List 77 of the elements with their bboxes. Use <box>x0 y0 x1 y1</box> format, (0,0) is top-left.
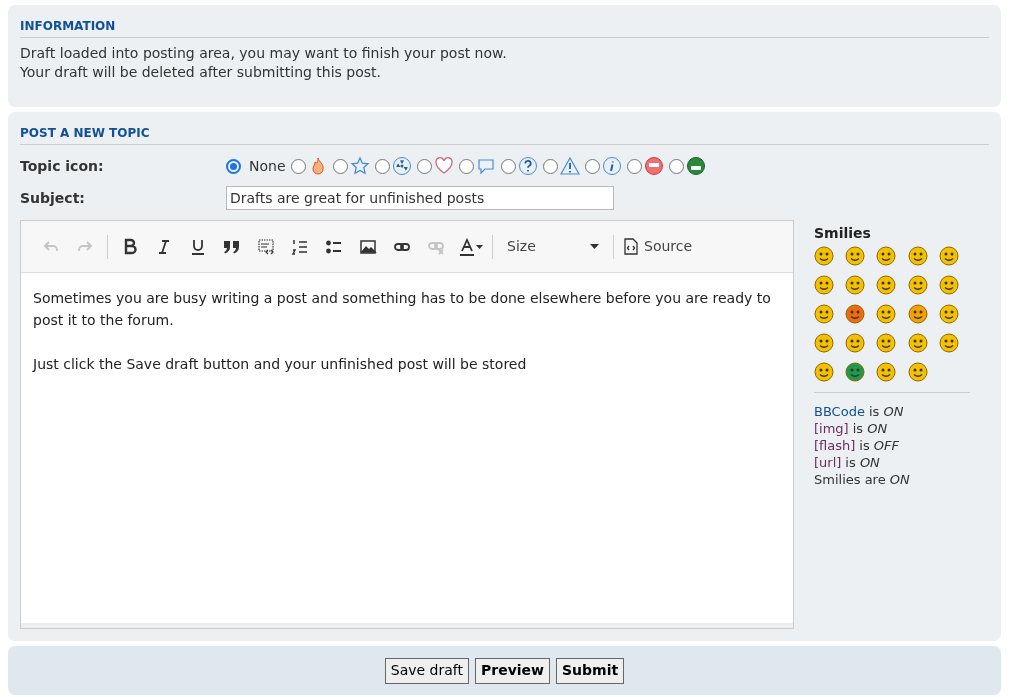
document-code-icon <box>624 238 638 255</box>
info-message: Your draft will be deleted after submitting this post. <box>20 63 383 82</box>
editor-paragraph: Sometimes you are busy writing a post and something has to be done elsewhere before you are ready to post it to the forum. <box>33 289 772 330</box>
caret-icon <box>590 244 599 249</box>
status-text: is OFF <box>859 437 900 454</box>
smiley-icon[interactable] <box>938 304 959 324</box>
smiley-icon[interactable] <box>814 362 834 382</box>
smiley-icon[interactable] <box>845 333 866 353</box>
question-icon <box>517 156 538 176</box>
smiley-icon[interactable] <box>845 304 866 324</box>
size-dropdown[interactable]: Size <box>499 232 607 261</box>
section-heading: INFORMATION <box>20 17 989 38</box>
smiley-icon[interactable] <box>907 246 928 266</box>
radio-button[interactable] <box>626 158 642 174</box>
smiley-icon[interactable] <box>814 304 834 324</box>
speech-bubble-icon <box>475 156 496 176</box>
radio-button[interactable] <box>500 158 516 174</box>
smiley-icon[interactable] <box>907 333 928 353</box>
smiley-icon[interactable] <box>814 275 834 295</box>
smiley-icon[interactable] <box>814 333 834 353</box>
smiley-icon[interactable] <box>876 333 897 353</box>
radio-button[interactable] <box>584 158 600 174</box>
form-button[interactable]: Submit <box>556 657 625 684</box>
smiley-icon[interactable] <box>845 246 866 266</box>
field-label: Subject: <box>20 188 86 208</box>
radio-button[interactable] <box>226 158 241 174</box>
heart-icon <box>433 156 454 176</box>
form-button[interactable]: Save draft <box>384 657 469 684</box>
bbcode-link[interactable]: [img] <box>814 420 849 437</box>
underline-icon <box>189 237 207 256</box>
radio-button[interactable] <box>290 158 306 174</box>
quote-icon <box>223 239 241 254</box>
radio-button[interactable] <box>374 158 390 174</box>
smiley-icon[interactable] <box>876 304 897 324</box>
star-icon <box>349 156 370 176</box>
smiley-icon[interactable] <box>845 275 866 295</box>
radio-label: None <box>249 156 286 176</box>
smiley-icon[interactable] <box>907 304 928 324</box>
bbcode-link[interactable]: [flash] <box>814 437 856 454</box>
subject-input[interactable]: Drafts are great for unfinished posts <box>226 186 614 210</box>
smiley-icon[interactable] <box>876 362 897 382</box>
smiley-icon[interactable] <box>876 275 897 295</box>
radio-button[interactable] <box>416 158 432 174</box>
radio-button[interactable] <box>458 158 474 174</box>
radio-button[interactable] <box>668 158 684 174</box>
status-text: is ON <box>852 420 888 437</box>
editor-paragraph: Just click the Save draft button and your unfinished post will be stored <box>33 355 528 374</box>
smiley-icon[interactable] <box>907 275 928 295</box>
numbered-list-icon <box>291 237 309 256</box>
warning-icon <box>559 156 580 176</box>
editor-text-area[interactable]: Sometimes you are busy writing a post and something has to be done elsewhere before you are ready to post it to the forum. Just click the Save draft button and your unfinished post will be stored <box>21 273 793 623</box>
radio-button[interactable] <box>332 158 348 174</box>
text-color-icon <box>457 237 476 256</box>
smilies-heading: Smilies <box>814 224 872 243</box>
status-text: is ON <box>868 403 904 420</box>
section-heading: POST A NEW TOPIC <box>20 124 989 145</box>
caret-icon <box>475 244 483 249</box>
bbcode-link[interactable]: [url] <box>814 454 842 471</box>
smiley-icon[interactable] <box>876 246 897 266</box>
status-text: Smilies are ON <box>814 471 910 488</box>
source-button[interactable]: Source <box>620 232 697 261</box>
smiley-icon[interactable] <box>907 362 928 382</box>
field-label: Topic icon: <box>20 156 105 176</box>
smiley-icon[interactable] <box>845 362 866 382</box>
bbcode-link[interactable]: BBCode <box>814 403 865 420</box>
info-icon <box>601 156 622 176</box>
form-button[interactable]: Preview <box>475 657 551 684</box>
smiley-icon[interactable] <box>938 246 959 266</box>
status-text: is ON <box>845 454 880 471</box>
info-message: Draft loaded into posting area, you may want to finish your post now. <box>20 44 508 63</box>
smiley-icon[interactable] <box>938 333 959 353</box>
radioactive-icon <box>391 156 412 176</box>
code-icon <box>257 237 275 256</box>
smiley-icon[interactable] <box>938 275 959 295</box>
radio-button[interactable] <box>542 158 558 174</box>
smiley-icon[interactable] <box>814 246 834 266</box>
image-icon <box>359 237 377 256</box>
